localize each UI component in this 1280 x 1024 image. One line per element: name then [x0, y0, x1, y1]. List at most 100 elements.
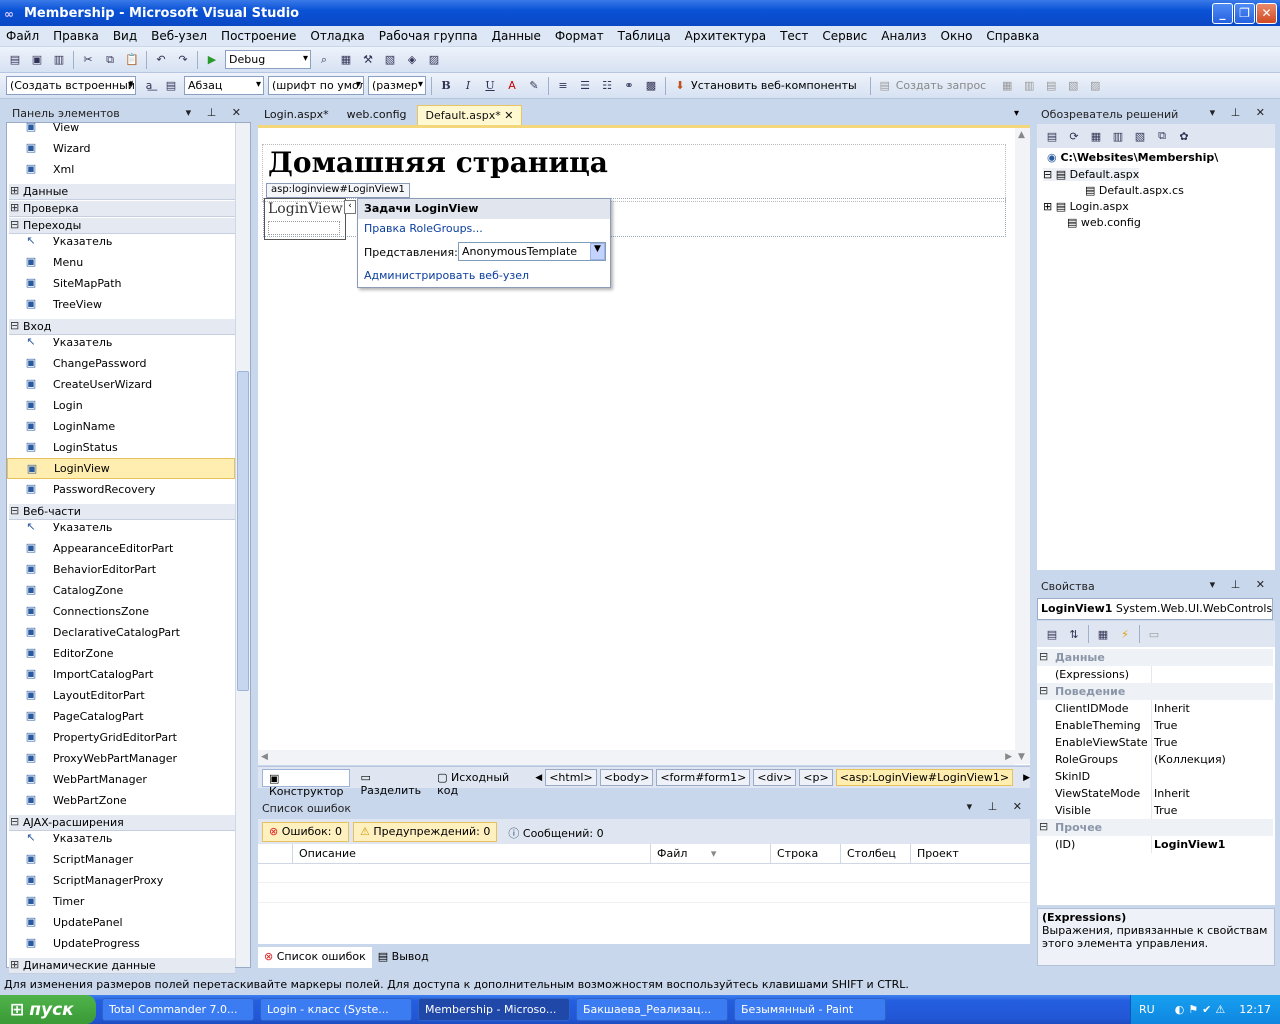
view-code-icon[interactable]: ▥ [1109, 127, 1127, 145]
taskbar-button[interactable]: Безымянный - Paint [734, 998, 886, 1021]
split-view-button[interactable]: ▭ Разделить [354, 769, 427, 797]
page-heading[interactable]: Домашняя страница [268, 146, 608, 179]
control-tag[interactable]: asp:loginview#LoginView1 [266, 183, 410, 198]
tab-output[interactable]: ▤ Вывод [372, 947, 435, 968]
close-button[interactable]: ✕ [1256, 3, 1277, 24]
redo-icon[interactable]: ↷ [174, 51, 192, 69]
refresh-icon[interactable]: ⟳ [1065, 127, 1083, 145]
style-apply-icon[interactable]: a͟ [140, 77, 158, 95]
underline-button[interactable]: U [481, 77, 499, 95]
toolbox-item[interactable]: ↖ Указатель [7, 231, 235, 252]
menu-item[interactable]: Рабочая группа [379, 29, 478, 43]
property-category[interactable]: Данные [1037, 649, 1273, 666]
properties-view-icon[interactable]: ▦ [1094, 625, 1112, 643]
expand-icon[interactable]: ⊞ [1043, 200, 1052, 213]
tree-node-default-aspx-cs[interactable]: ▤ Default.aspx.cs [1085, 184, 1184, 197]
save-all-icon[interactable]: ▥ [50, 51, 68, 69]
property-value[interactable]: True [1154, 719, 1177, 732]
find-icon[interactable]: ⌕ [315, 51, 333, 69]
toolbox-item[interactable]: ▣ WebPartManager [7, 769, 235, 790]
editor-vertical-scrollbar[interactable]: ▲ ▼ [1015, 128, 1030, 764]
toolbox-item[interactable]: ▣ EditorZone [7, 643, 235, 664]
messages-filter-button[interactable]: ⓘ Сообщений: 0 [501, 822, 610, 842]
sql-icon[interactable]: ▧ [1064, 77, 1082, 95]
property-value[interactable]: Inherit [1154, 702, 1190, 715]
language-indicator[interactable]: RU [1139, 1003, 1155, 1016]
create-query-button[interactable]: Создать запрос [896, 79, 987, 92]
nest-icon[interactable]: ▦ [1087, 127, 1105, 145]
edit-rolegroups-link[interactable]: Правка RoleGroups... [364, 222, 483, 235]
property-value[interactable]: True [1154, 736, 1177, 749]
minimize-button[interactable]: _ [1212, 3, 1233, 24]
chevron-down-icon[interactable]: ▼ [590, 243, 605, 260]
events-icon[interactable]: ⚡ [1116, 625, 1134, 643]
cut-icon[interactable]: ✂ [79, 51, 97, 69]
source-view-button[interactable]: ▢ Исходный код [431, 769, 515, 797]
toolbox-item[interactable]: ▣ WebPartZone [7, 790, 235, 811]
view-designer-icon[interactable]: ▧ [1131, 127, 1149, 145]
numbering-icon[interactable]: ☷ [598, 77, 616, 95]
tag-crumb[interactable]: <body> [599, 769, 654, 786]
toolbox-item[interactable]: ▣ DeclarativeCatalogPart [7, 622, 235, 643]
tree-node-web-config[interactable]: ▤ web.config [1067, 216, 1141, 229]
block-format-combo[interactable]: Абзац [184, 76, 264, 95]
image-icon[interactable]: ▩ [642, 77, 660, 95]
property-row[interactable]: EnableTheming True [1037, 717, 1273, 734]
toolbox-item[interactable]: ▣ CreateUserWizard [7, 374, 235, 395]
toolbox-item[interactable]: ↖ Указатель [7, 828, 235, 849]
alphabetical-icon[interactable]: ⇅ [1065, 625, 1083, 643]
menu-item[interactable]: Тест [780, 29, 808, 43]
toolbox-item[interactable]: ▣ Login [7, 395, 235, 416]
document-tab[interactable]: Login.aspx* [256, 105, 337, 125]
style-manage-icon[interactable]: ▤ [162, 77, 180, 95]
menu-item[interactable]: Файл [6, 29, 39, 43]
tray-icons[interactable]: ◐⚑✔⚠ [1175, 1003, 1230, 1016]
toolbox-item[interactable]: ↖ Указатель [7, 332, 235, 353]
warnings-filter-button[interactable]: ⚠ Предупреждений: 0 [352, 821, 498, 842]
save-icon[interactable]: ▣ [28, 51, 46, 69]
toolbox-item[interactable]: ▣ Xml [7, 159, 235, 180]
collapse-icon[interactable]: ⊟ [1043, 168, 1052, 181]
views-select[interactable]: AnonymousTemplate ▼ [458, 242, 606, 261]
tree-node-login-aspx[interactable]: ⊞ ▤ Login.aspx [1043, 200, 1129, 213]
property-category[interactable]: Прочее [1037, 819, 1273, 836]
paste-icon[interactable]: 📋 [123, 51, 141, 69]
object-selector[interactable]: LoginView1 System.Web.UI.WebControls.Log… [1037, 598, 1273, 620]
toolbox-group[interactable]: Данные [9, 184, 235, 200]
property-row[interactable]: SkinID [1037, 768, 1273, 785]
tag-crumb[interactable]: <div> [753, 769, 797, 786]
toolbox-group[interactable]: Динамические данные [9, 958, 235, 974]
toolbox-item[interactable]: ▣ PageCatalogPart [7, 706, 235, 727]
toolbox-item[interactable]: ▣ View [7, 117, 235, 138]
toolbox-item[interactable]: ▣ ScriptManagerProxy [7, 870, 235, 891]
font-color-icon[interactable]: A [503, 77, 521, 95]
bold-button[interactable]: B [437, 77, 455, 95]
configuration-combo[interactable]: Debug [225, 50, 311, 69]
asp-config-icon[interactable]: ✿ [1175, 127, 1193, 145]
browser-icon[interactable]: ◈ [403, 51, 421, 69]
column-header-column[interactable]: Столбец [841, 844, 911, 864]
toolbox-item[interactable]: ▣ Wizard [7, 138, 235, 159]
property-row[interactable]: Visible True [1037, 802, 1273, 819]
property-category[interactable]: Поведение [1037, 683, 1273, 700]
toolbox-item[interactable]: ▣ BehaviorEditorPart [7, 559, 235, 580]
install-icon[interactable]: ⬇ [671, 77, 689, 95]
property-row[interactable]: ViewStateMode Inherit [1037, 785, 1273, 802]
verify-icon[interactable]: ▨ [1086, 77, 1104, 95]
property-value[interactable]: (Коллекция) [1154, 753, 1226, 766]
document-tab[interactable]: web.config [339, 105, 415, 125]
toolbox-group[interactable]: Проверка [9, 201, 235, 217]
loginview-control[interactable]: LoginView1 [264, 198, 352, 240]
taskbar-button[interactable]: Total Commander 7.0... [102, 998, 254, 1021]
crumb-prev-icon[interactable]: ◀ [535, 773, 542, 783]
highlight-icon[interactable]: ✎ [525, 77, 543, 95]
property-row[interactable]: EnableViewState True [1037, 734, 1273, 751]
toolbox-item[interactable]: ▣ LayoutEditorPart [7, 685, 235, 706]
menu-item[interactable]: Сервис [822, 29, 867, 43]
undo-icon[interactable]: ↶ [152, 51, 170, 69]
column-header-line[interactable]: Строка [771, 844, 841, 864]
property-row[interactable]: RoleGroups (Коллекция) [1037, 751, 1273, 768]
scroll-thumb[interactable] [237, 371, 249, 691]
style-combo[interactable]: (Создать встроенный [6, 76, 136, 95]
toolbox-item[interactable]: ▣ PasswordRecovery [7, 479, 235, 500]
